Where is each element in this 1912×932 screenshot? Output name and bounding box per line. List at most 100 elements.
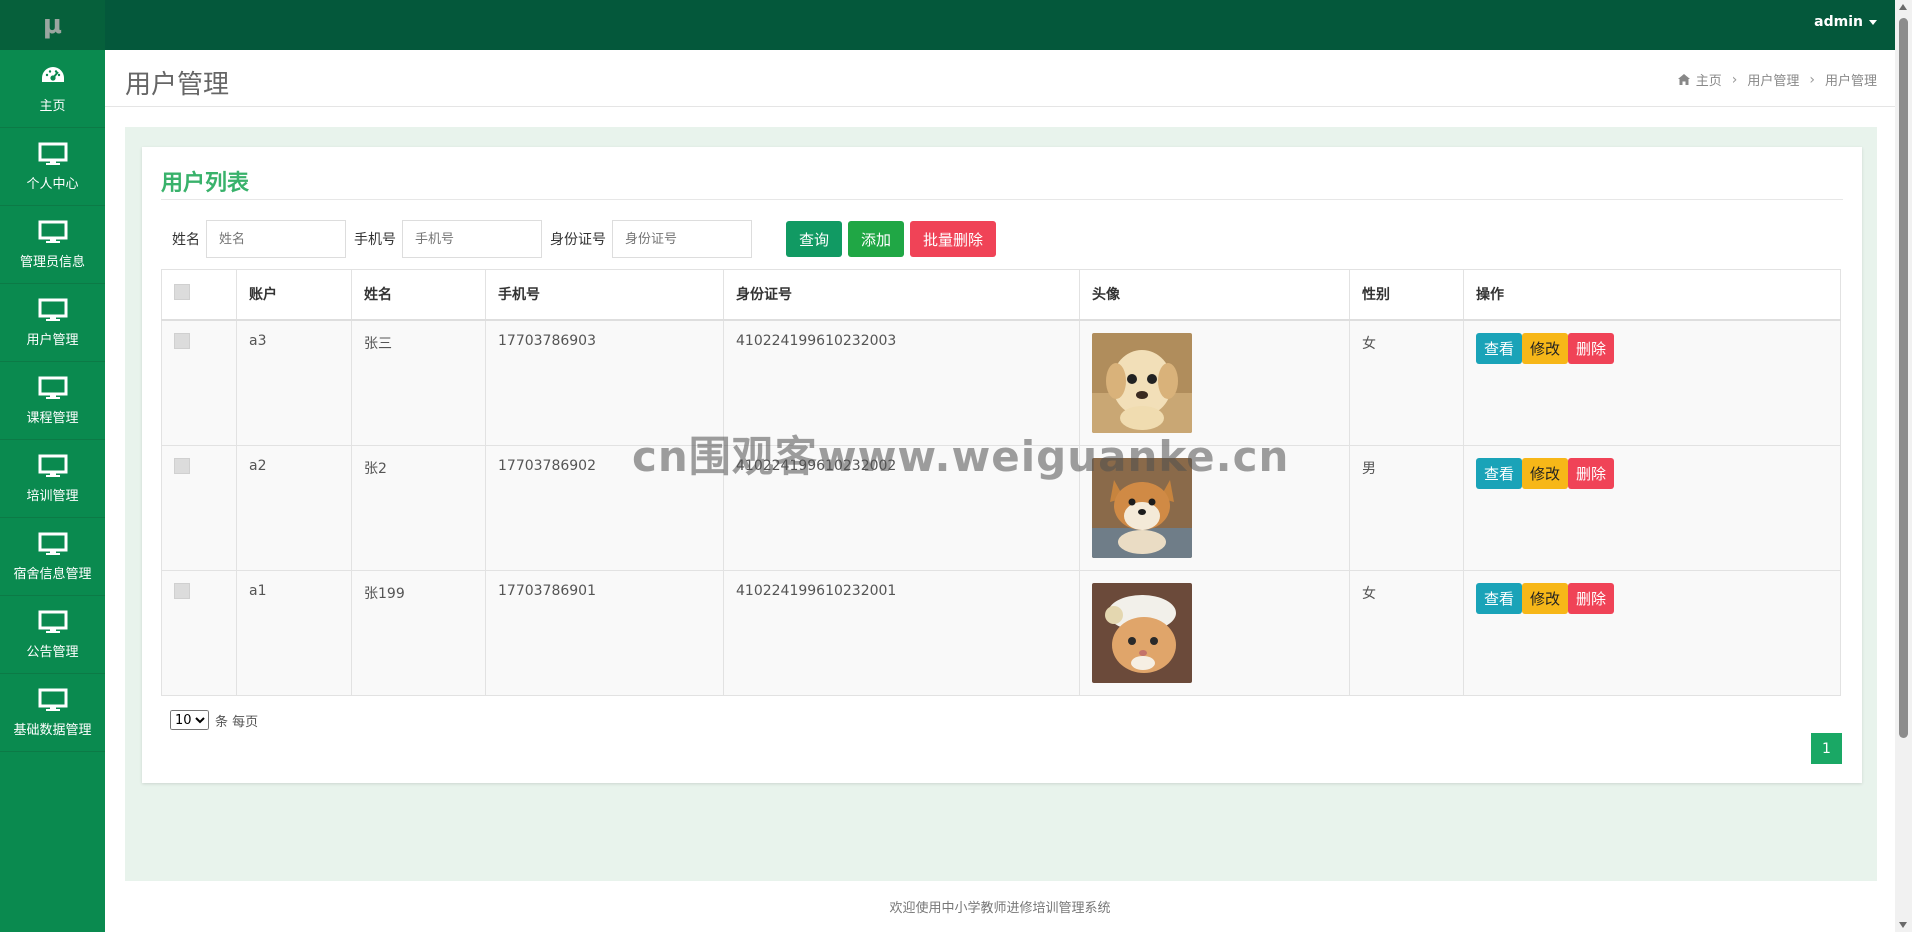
delete-button[interactable]: 删除 <box>1568 457 1615 489</box>
sidebar-item-dorm-management[interactable]: 宿舍信息管理 <box>0 518 105 596</box>
sidebar-item-label: 用户管理 <box>26 333 79 348</box>
view-button[interactable]: 查看 <box>1476 457 1523 489</box>
row-checkbox[interactable] <box>174 332 190 349</box>
username: admin <box>1814 14 1863 30</box>
chevron-right-icon: › <box>1731 71 1738 88</box>
sidebar-item-label: 公告管理 <box>26 645 79 660</box>
view-button[interactable]: 查看 <box>1476 582 1523 614</box>
row-checkbox[interactable] <box>174 457 190 474</box>
select-all-header <box>161 269 237 321</box>
sidebar-item-admin-info[interactable]: 管理员信息 <box>0 206 105 284</box>
row-actions: 查看 修改 删除 <box>1476 457 1828 489</box>
row-actions: 查看 修改 删除 <box>1476 582 1828 614</box>
avatar-cell <box>1079 569 1350 696</box>
add-button[interactable]: 添加 <box>848 221 905 257</box>
name-label: 姓名 <box>172 232 200 248</box>
monitor-icon <box>37 609 69 635</box>
edit-button[interactable]: 修改 <box>1522 582 1569 614</box>
sidebar-item-label: 管理员信息 <box>19 255 85 270</box>
brand-logo[interactable]: μ <box>0 0 105 50</box>
query-button[interactable]: 查询 <box>786 221 843 257</box>
select-all-checkbox[interactable] <box>174 284 190 300</box>
sidebar-item-training-management[interactable]: 培训管理 <box>0 440 105 518</box>
phone-cell: 17703786903 <box>485 319 724 446</box>
user-menu[interactable]: admin <box>1814 14 1877 30</box>
delete-button[interactable]: 删除 <box>1568 582 1615 614</box>
user-list-card: 用户列表 姓名 手机号 身份证号 查询 添加 批量删除 账户 姓名 手机号 身份… <box>142 147 1862 783</box>
account-cell: a2 <box>236 444 352 571</box>
view-button[interactable]: 查看 <box>1476 332 1523 364</box>
chevron-down-icon <box>1869 19 1877 25</box>
idcard-cell: 410224199610232001 <box>723 569 1080 696</box>
sidebar-item-home[interactable]: 主页 <box>0 50 105 128</box>
sidebar-item-label: 基础数据管理 <box>13 723 92 738</box>
scroll-down-icon[interactable] <box>1899 922 1907 928</box>
table-header-row: 账户 姓名 手机号 身份证号 头像 性别 操作 <box>161 269 1841 321</box>
avatar-cell <box>1079 444 1350 571</box>
column-header: 操作 <box>1463 269 1841 321</box>
sidebar-item-notice-management[interactable]: 公告管理 <box>0 596 105 674</box>
row-checkbox-cell <box>161 444 237 571</box>
monitor-icon <box>37 687 69 713</box>
batch-delete-button[interactable]: 批量删除 <box>910 221 997 257</box>
monitor-icon <box>37 531 69 557</box>
phone-input[interactable] <box>402 220 542 258</box>
sidebar-item-label: 培训管理 <box>26 489 79 504</box>
table-row: a1 张199 17703786901 410224199610232001 女… <box>161 569 1841 696</box>
row-checkbox-cell <box>161 319 237 446</box>
user-table-wrapper: 账户 姓名 手机号 身份证号 头像 性别 操作 a3 张三 1770378690… <box>161 269 1841 696</box>
sidebar-item-label: 主页 <box>39 99 66 114</box>
breadcrumb-item[interactable]: 用户管理 <box>1747 70 1799 89</box>
gender-cell: 男 <box>1349 444 1464 571</box>
divider <box>161 199 1843 200</box>
scroll-thumb[interactable] <box>1899 18 1908 738</box>
card-title: 用户列表 <box>161 171 250 196</box>
delete-button[interactable]: 删除 <box>1568 332 1615 364</box>
breadcrumb: 主页 › 用户管理 › 用户管理 <box>1677 70 1877 89</box>
gender-cell: 女 <box>1349 569 1464 696</box>
sidebar-item-basic-data[interactable]: 基础数据管理 <box>0 674 105 752</box>
page-size-select[interactable]: 10 <box>170 710 209 730</box>
row-checkbox[interactable] <box>174 582 190 599</box>
phone-cell: 17703786901 <box>485 569 724 696</box>
name-cell: 张三 <box>351 319 486 446</box>
breadcrumb-home[interactable]: 主页 <box>1677 70 1722 89</box>
breadcrumb-current: 用户管理 <box>1824 74 1877 89</box>
edit-button[interactable]: 修改 <box>1522 332 1569 364</box>
dashboard-icon <box>37 63 69 89</box>
phone-label: 手机号 <box>354 232 396 248</box>
column-header: 手机号 <box>485 269 724 321</box>
avatar-image-shiba <box>1092 457 1192 558</box>
actions-cell: 查看 修改 删除 <box>1463 569 1841 696</box>
name-cell: 张2 <box>351 444 486 571</box>
actions-cell: 查看 修改 删除 <box>1463 444 1841 571</box>
column-header: 性别 <box>1349 269 1464 321</box>
vertical-scrollbar[interactable] <box>1895 0 1912 932</box>
column-header: 身份证号 <box>723 269 1080 321</box>
page-title: 用户管理 <box>125 70 230 100</box>
monitor-icon <box>37 141 69 167</box>
page-header: 用户管理 主页 › 用户管理 › 用户管理 <box>105 50 1895 107</box>
sidebar-item-user-management[interactable]: 用户管理 <box>0 284 105 362</box>
name-input[interactable] <box>206 220 346 258</box>
per-page-label: 条 每页 <box>215 714 259 730</box>
edit-button[interactable]: 修改 <box>1522 457 1569 489</box>
column-header: 姓名 <box>351 269 486 321</box>
pagination-current-page[interactable]: 1 <box>1811 733 1842 764</box>
monitor-icon <box>37 453 69 479</box>
name-cell: 张199 <box>351 569 486 696</box>
page-size-control: 10 条 每页 <box>170 710 258 730</box>
table-row: a2 张2 17703786902 410224199610232002 男 查… <box>161 444 1841 571</box>
chevron-right-icon: › <box>1809 71 1815 88</box>
sidebar-item-profile[interactable]: 个人中心 <box>0 128 105 206</box>
user-table: 账户 姓名 手机号 身份证号 头像 性别 操作 a3 张三 1770378690… <box>161 269 1841 696</box>
topbar: admin <box>105 0 1895 50</box>
sidebar-item-label: 课程管理 <box>26 411 79 426</box>
actions-cell: 查看 修改 删除 <box>1463 319 1841 446</box>
column-header: 头像 <box>1079 269 1350 321</box>
sidebar-item-label: 个人中心 <box>26 177 79 192</box>
sidebar-item-course-management[interactable]: 课程管理 <box>0 362 105 440</box>
avatar-image-puppy <box>1092 332 1192 433</box>
idcard-input[interactable] <box>612 220 752 258</box>
scroll-up-icon[interactable] <box>1899 4 1907 10</box>
